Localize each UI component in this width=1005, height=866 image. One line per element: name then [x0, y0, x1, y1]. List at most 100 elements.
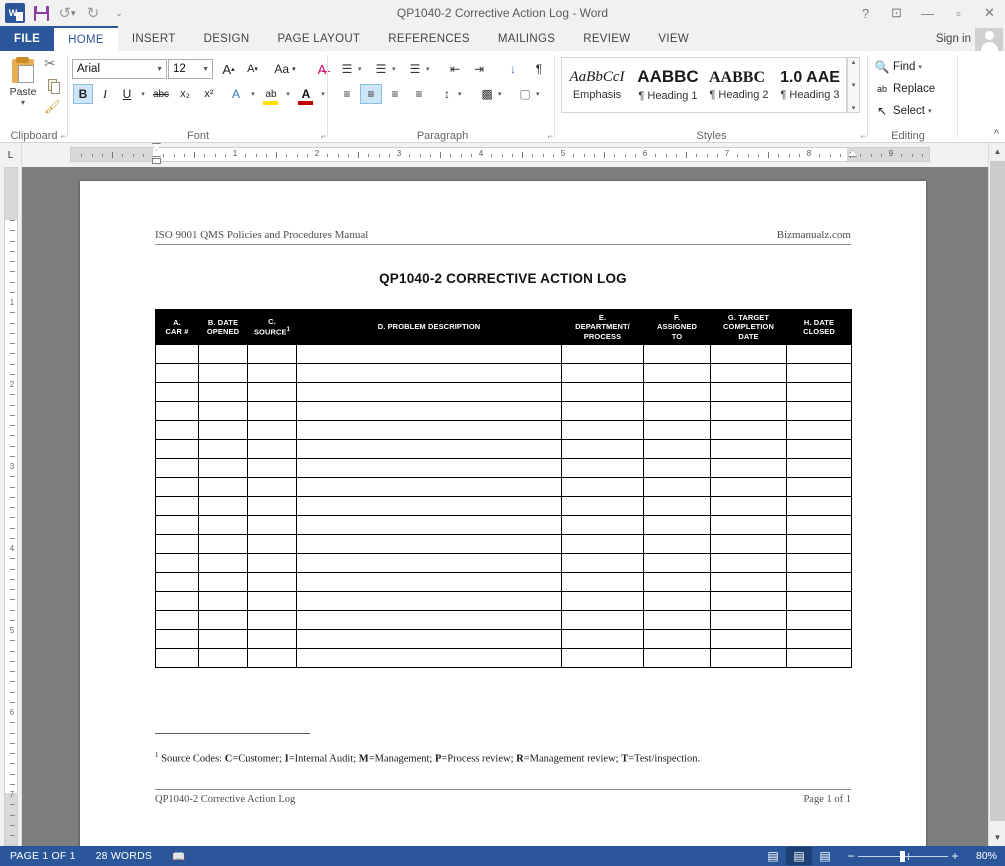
font-color-icon[interactable]: A	[295, 84, 317, 105]
style-item-heading-1[interactable]: AABBC ¶ Heading 1	[633, 58, 704, 112]
table-cell[interactable]	[296, 515, 562, 536]
table-cell[interactable]	[296, 591, 562, 612]
table-cell[interactable]	[561, 401, 644, 422]
tab-home[interactable]: HOME	[54, 26, 118, 51]
scroll-down-icon[interactable]: ▼	[989, 829, 1005, 846]
clipboard-dialog-launcher[interactable]: ⌐	[61, 131, 66, 141]
table-cell[interactable]	[296, 629, 562, 650]
proofing-icon[interactable]: 📖	[162, 850, 195, 863]
table-cell[interactable]	[786, 344, 852, 365]
table-cell[interactable]	[296, 363, 562, 384]
left-indent-marker[interactable]	[152, 158, 161, 164]
close-button[interactable]: ✕	[974, 0, 1005, 26]
bold-button[interactable]: B	[73, 84, 93, 104]
table-cell[interactable]	[155, 382, 199, 403]
table-cell[interactable]	[296, 420, 562, 441]
table-cell[interactable]	[247, 401, 297, 422]
table-cell[interactable]	[710, 439, 787, 460]
document-canvas[interactable]: ISO 9001 QMS Policies and Procedures Man…	[22, 167, 988, 846]
cut-icon[interactable]: ✂	[44, 55, 64, 75]
zoom-slider[interactable]: − +	[844, 849, 962, 863]
tab-mailings[interactable]: MAILINGS	[484, 26, 569, 51]
chevron-down-icon[interactable]: ▼	[156, 66, 163, 73]
table-cell[interactable]	[155, 439, 199, 460]
multilevel-dropdown-arrow[interactable]: ▾	[426, 59, 430, 79]
table-cell[interactable]	[710, 496, 787, 517]
table-cell[interactable]	[643, 553, 711, 574]
align-center-icon[interactable]: ≡	[360, 84, 382, 104]
table-cell[interactable]	[296, 401, 562, 422]
table-cell[interactable]	[710, 382, 787, 403]
subscript-button[interactable]: x₂	[174, 84, 196, 104]
table-cell[interactable]	[155, 496, 199, 517]
tab-file[interactable]: FILE	[0, 26, 55, 51]
table-cell[interactable]	[155, 610, 199, 631]
table-cell[interactable]	[643, 363, 711, 384]
table-cell[interactable]	[155, 648, 199, 669]
justify-icon[interactable]: ≡	[408, 84, 430, 104]
table-cell[interactable]	[786, 610, 852, 631]
tab-page-layout[interactable]: PAGE LAYOUT	[264, 26, 375, 51]
bullets-icon[interactable]: ☰	[336, 59, 358, 79]
table-cell[interactable]	[296, 648, 562, 669]
replace-button[interactable]: ab Replace	[874, 79, 935, 99]
table-cell[interactable]	[643, 401, 711, 422]
table-cell[interactable]	[710, 477, 787, 498]
table-cell[interactable]	[786, 648, 852, 669]
table-cell[interactable]	[786, 477, 852, 498]
text-effects-icon[interactable]: A	[225, 84, 247, 104]
table-cell[interactable]	[198, 572, 248, 593]
table-cell[interactable]	[561, 458, 644, 479]
table-cell[interactable]	[247, 420, 297, 441]
show-formatting-marks-icon[interactable]: ¶	[528, 59, 550, 79]
table-cell[interactable]	[710, 648, 787, 669]
table-cell[interactable]	[643, 534, 711, 555]
change-case-button[interactable]: Aa ▾	[268, 59, 302, 79]
table-cell[interactable]	[710, 363, 787, 384]
tab-design[interactable]: DESIGN	[190, 26, 264, 51]
table-cell[interactable]	[296, 496, 562, 517]
table-row[interactable]	[155, 610, 852, 631]
sort-icon[interactable]: ↓	[502, 59, 524, 79]
table-cell[interactable]	[296, 534, 562, 555]
zoom-track[interactable]	[857, 850, 948, 862]
table-row[interactable]	[155, 382, 852, 403]
table-cell[interactable]	[296, 610, 562, 631]
tab-insert[interactable]: INSERT	[118, 26, 190, 51]
table-cell[interactable]	[786, 553, 852, 574]
font-name-combo[interactable]: Arial ▼	[72, 59, 167, 79]
table-cell[interactable]	[247, 496, 297, 517]
highlight-icon[interactable]: ab	[260, 84, 282, 105]
table-cell[interactable]	[198, 420, 248, 441]
underline-button[interactable]: U	[117, 84, 137, 104]
tab-stop-selector[interactable]: L	[0, 143, 22, 167]
table-cell[interactable]	[155, 477, 199, 498]
tab-review[interactable]: REVIEW	[569, 26, 644, 51]
tab-view[interactable]: VIEW	[644, 26, 703, 51]
superscript-button[interactable]: x²	[198, 84, 220, 104]
table-cell[interactable]	[561, 572, 644, 593]
table-cell[interactable]	[710, 534, 787, 555]
table-cell[interactable]	[155, 591, 199, 612]
table-cell[interactable]	[155, 629, 199, 650]
table-cell[interactable]	[643, 629, 711, 650]
borders-dropdown-arrow[interactable]: ▾	[536, 84, 540, 104]
styles-scroll-down-icon[interactable]: ▾	[852, 81, 856, 89]
style-item-heading-3[interactable]: 1.0 AAE ¶ Heading 3	[775, 58, 846, 112]
table-cell[interactable]	[561, 610, 644, 631]
table-cell[interactable]	[643, 515, 711, 536]
table-cell[interactable]	[247, 382, 297, 403]
styles-dialog-launcher[interactable]: ⌐	[861, 131, 866, 141]
paste-button[interactable]: Paste ▾	[4, 55, 42, 107]
table-cell[interactable]	[786, 363, 852, 384]
shading-dropdown-arrow[interactable]: ▾	[498, 84, 502, 104]
table-cell[interactable]	[247, 591, 297, 612]
table-cell[interactable]	[710, 610, 787, 631]
table-cell[interactable]	[247, 477, 297, 498]
style-item-heading-2[interactable]: AABBC ¶ Heading 2	[704, 58, 775, 112]
read-mode-button[interactable]: ▤	[760, 847, 786, 865]
line-spacing-icon[interactable]: ↕	[436, 84, 458, 104]
table-cell[interactable]	[561, 648, 644, 669]
table-cell[interactable]	[296, 344, 562, 365]
table-cell[interactable]	[786, 515, 852, 536]
